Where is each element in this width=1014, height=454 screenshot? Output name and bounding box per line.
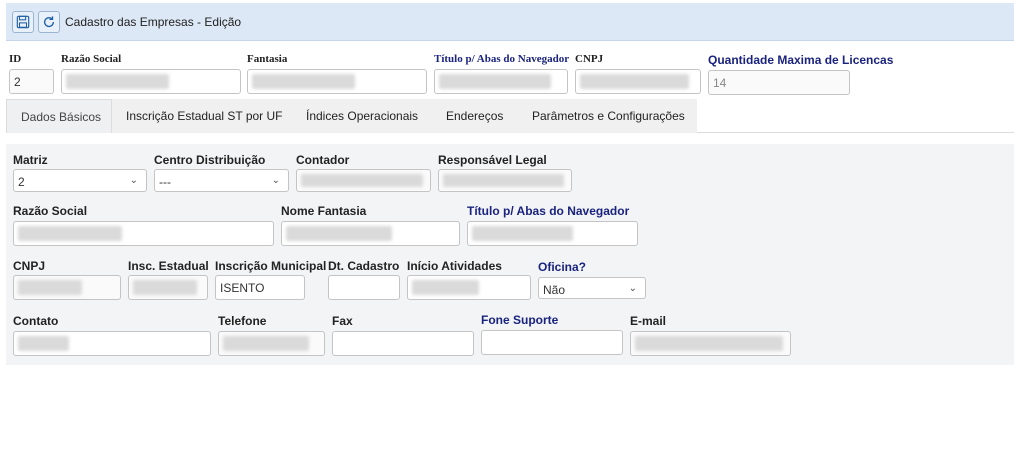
tab-dados-basicos[interactable]: Dados Básicos (6, 99, 112, 133)
insc-estadual-label: Insc. Estadual (128, 259, 209, 273)
dt-cadastro-field[interactable] (328, 275, 400, 300)
oficina-value: Não (543, 283, 566, 297)
contato-label: Contato (13, 314, 59, 328)
tab-bar: Dados Básicos Inscrição Estadual ST por … (6, 99, 1014, 133)
contador-label: Contador (296, 153, 350, 167)
fantasia-label: Fantasia (247, 53, 288, 65)
inscricao-municipal-label: Inscrição Municipal (215, 259, 327, 273)
save-icon (16, 15, 30, 29)
razao-social-label: Razão Social (61, 53, 122, 65)
refresh-icon (43, 16, 55, 28)
matriz-label: Matriz (13, 153, 48, 167)
save-button[interactable] (12, 11, 34, 33)
contador-field[interactable] (296, 169, 431, 192)
qtd-licencas-field[interactable]: 14 (708, 70, 850, 95)
telefone-label: Telefone (218, 314, 267, 328)
tab-enderecos[interactable]: Endereços (432, 99, 518, 133)
tab-indices-operacionais[interactable]: Índices Operacionais (292, 99, 432, 133)
tab-inscricao-estadual-st[interactable]: Inscrição Estadual ST por UF (112, 99, 292, 133)
titulo-abas-form-label: Título p/ Abas do Navegador (467, 204, 630, 218)
cnpj-field[interactable] (575, 69, 701, 94)
fax-label: Fax (332, 314, 353, 328)
inicio-atividades-label: Início Atividades (407, 259, 502, 273)
chevron-down-icon: ⌄ (628, 283, 637, 294)
titulo-abas-form-field[interactable] (467, 221, 638, 246)
insc-estadual-field[interactable] (128, 275, 208, 300)
tab-parametros-configuracoes[interactable]: Parâmetros e Configurações (518, 99, 697, 133)
oficina-label: Oficina? (538, 260, 587, 274)
matriz-select[interactable]: 2 ⌄ (13, 169, 147, 192)
centro-distribuicao-label: Centro Distribuição (154, 153, 266, 167)
dt-cadastro-label: Dt. Cadastro (328, 259, 400, 273)
cnpj-form-label: CNPJ (13, 259, 46, 273)
page-header: Cadastro das Empresas - Edição (6, 3, 1014, 41)
id-field[interactable]: 2 (9, 69, 54, 94)
razao-social-field[interactable] (61, 69, 241, 94)
inscricao-municipal-field[interactable]: ISENTO (215, 275, 305, 300)
responsavel-legal-field[interactable] (438, 169, 572, 192)
centro-distribuicao-select[interactable]: --- ⌄ (154, 169, 289, 192)
fone-suporte-label: Fone Suporte (481, 313, 559, 327)
nome-fantasia-label: Nome Fantasia (281, 204, 367, 218)
titulo-abas-field[interactable] (434, 69, 568, 94)
razao-social-form-field[interactable] (13, 221, 274, 246)
fantasia-field[interactable] (247, 69, 427, 94)
centro-distribuicao-value: --- (159, 175, 171, 189)
cnpj-form-field[interactable] (13, 275, 121, 300)
email-field[interactable] (630, 331, 791, 356)
fone-suporte-field[interactable] (481, 330, 623, 355)
razao-social-form-label: Razão Social (13, 204, 88, 218)
titulo-abas-label: Título p/ Abas do Navegador (434, 53, 570, 65)
matriz-value: 2 (18, 175, 25, 189)
refresh-button[interactable] (38, 11, 60, 33)
chevron-down-icon: ⌄ (129, 175, 138, 186)
contato-field[interactable] (13, 331, 211, 356)
nome-fantasia-field[interactable] (281, 221, 460, 246)
email-label: E-mail (630, 314, 667, 328)
qtd-licencas-label: Quantidade Maxima de Licencas (708, 53, 894, 67)
chevron-down-icon: ⌄ (271, 175, 280, 186)
fax-field[interactable] (332, 331, 474, 356)
oficina-select[interactable]: Não ⌄ (538, 277, 646, 299)
inicio-atividades-field[interactable] (407, 275, 531, 300)
id-label: ID (9, 53, 22, 65)
cnpj-label: CNPJ (575, 53, 604, 65)
responsavel-legal-label: Responsável Legal (438, 153, 547, 167)
page-title: Cadastro das Empresas - Edição (65, 15, 242, 29)
telefone-field[interactable] (218, 331, 325, 356)
